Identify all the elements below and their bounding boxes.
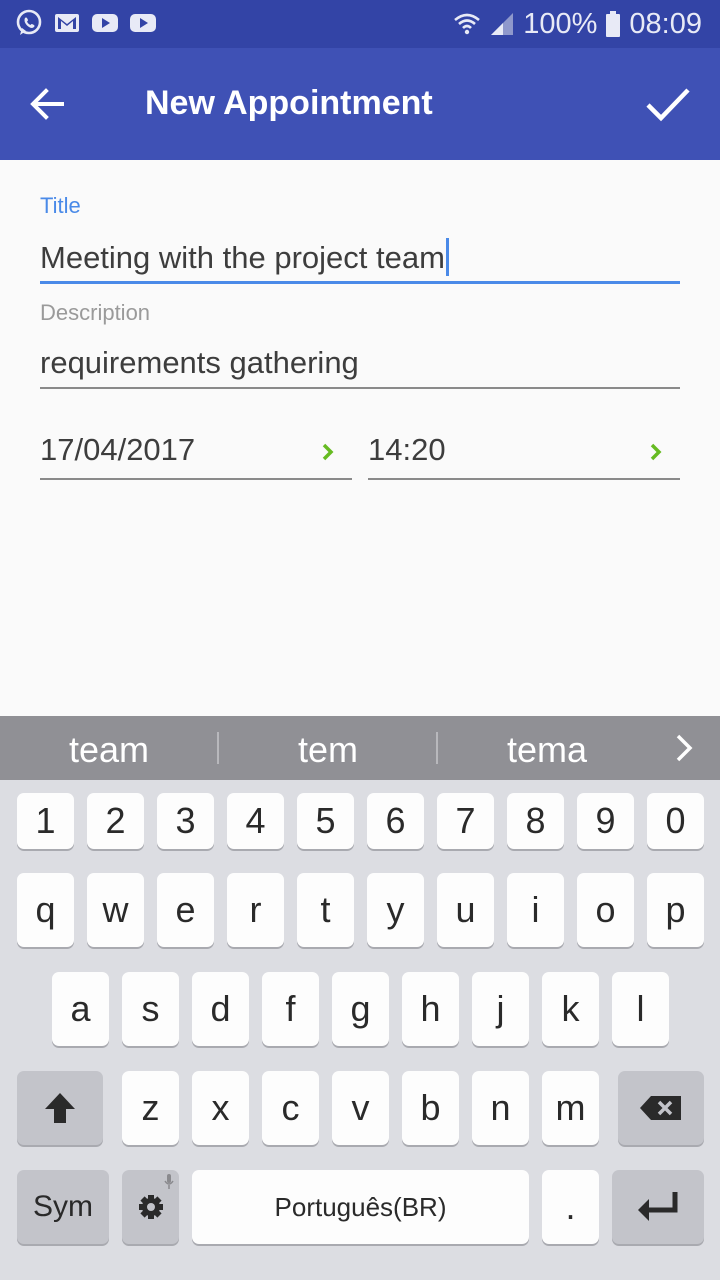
title-input[interactable]: Meeting with the project team [40, 240, 445, 275]
time-underline [368, 478, 680, 480]
key-d[interactable]: d [192, 972, 249, 1046]
key-p[interactable]: p [647, 873, 704, 947]
backspace-key[interactable] [618, 1071, 704, 1145]
status-bar: 100% 08:09 [0, 0, 720, 48]
whatsapp-icon [16, 9, 42, 35]
key-c[interactable]: c [262, 1071, 319, 1145]
title-label: Title [40, 193, 81, 218]
backspace-icon [640, 1096, 681, 1120]
date-value[interactable]: 17/04/2017 [40, 432, 195, 468]
sym-key[interactable]: Sym [17, 1170, 109, 1244]
enter-icon [638, 1192, 678, 1221]
key-h[interactable]: h [402, 972, 459, 1046]
key-e[interactable]: e [157, 873, 214, 947]
shift-key[interactable] [17, 1071, 103, 1145]
description-underline [40, 387, 680, 389]
suggestion-word[interactable]: tema [438, 716, 656, 780]
key-a[interactable]: a [52, 972, 109, 1046]
chevron-right-icon[interactable] [668, 732, 700, 764]
key-6[interactable]: 6 [367, 793, 424, 849]
key-r[interactable]: r [227, 873, 284, 947]
key-j[interactable]: j [472, 972, 529, 1046]
clock: 08:09 [629, 7, 702, 40]
key-4[interactable]: 4 [227, 793, 284, 849]
suggestion-word[interactable]: tem [219, 716, 437, 780]
chevron-right-icon[interactable] [318, 440, 338, 464]
key-t[interactable]: t [297, 873, 354, 947]
battery-icon [606, 11, 621, 37]
key-0[interactable]: 0 [647, 793, 704, 849]
key-i[interactable]: i [507, 873, 564, 947]
key-q[interactable]: q [17, 873, 74, 947]
description-label: Description [40, 300, 151, 325]
gear-icon [138, 1195, 163, 1219]
microphone-icon [164, 1174, 174, 1189]
space-key[interactable]: Português(BR) [192, 1170, 529, 1244]
key-w[interactable]: w [87, 873, 144, 947]
suggestion-word[interactable]: team [0, 716, 218, 780]
key-g[interactable]: g [332, 972, 389, 1046]
key-n[interactable]: n [472, 1071, 529, 1145]
key-f[interactable]: f [262, 972, 319, 1046]
suggestion-bar: team tem tema [0, 716, 720, 780]
key-5[interactable]: 5 [297, 793, 354, 849]
arrow-back-icon[interactable] [22, 78, 74, 130]
text-cursor [445, 238, 449, 276]
key-k[interactable]: k [542, 972, 599, 1046]
chevron-right-icon[interactable] [646, 440, 666, 464]
time-value[interactable]: 14:20 [368, 432, 446, 468]
description-input[interactable]: requirements gathering [40, 345, 359, 381]
key-x[interactable]: x [192, 1071, 249, 1145]
key-2[interactable]: 2 [87, 793, 144, 849]
key-9[interactable]: 9 [577, 793, 634, 849]
enter-key[interactable] [612, 1170, 704, 1244]
key-z[interactable]: z [122, 1071, 179, 1145]
key-7[interactable]: 7 [437, 793, 494, 849]
system-status: 100% 08:09 [453, 0, 702, 48]
key-1[interactable]: 1 [17, 793, 74, 849]
key-m[interactable]: m [542, 1071, 599, 1145]
wifi-icon [454, 13, 481, 35]
signal-icon [491, 13, 514, 35]
app-bar: New Appointment [0, 48, 720, 160]
page-title: New Appointment [145, 84, 433, 122]
key-v[interactable]: v [332, 1071, 389, 1145]
key-b[interactable]: b [402, 1071, 459, 1145]
key-8[interactable]: 8 [507, 793, 564, 849]
settings-key[interactable] [122, 1170, 179, 1244]
shift-icon [45, 1093, 75, 1123]
key-o[interactable]: o [577, 873, 634, 947]
key-y[interactable]: y [367, 873, 424, 947]
title-underline [40, 281, 680, 284]
period-key[interactable]: . [542, 1170, 599, 1244]
notification-icons [14, 8, 158, 38]
check-icon[interactable] [642, 78, 694, 130]
keyboard: 1 2 3 4 5 6 7 8 9 0 q w e r t y u i o p … [0, 780, 720, 1280]
date-underline [40, 478, 352, 480]
battery-percent: 100% [523, 7, 598, 40]
youtube-icon [130, 14, 156, 32]
gmail-icon [55, 14, 79, 32]
youtube-icon [92, 14, 118, 32]
key-l[interactable]: l [612, 972, 669, 1046]
key-3[interactable]: 3 [157, 793, 214, 849]
key-u[interactable]: u [437, 873, 494, 947]
key-s[interactable]: s [122, 972, 179, 1046]
